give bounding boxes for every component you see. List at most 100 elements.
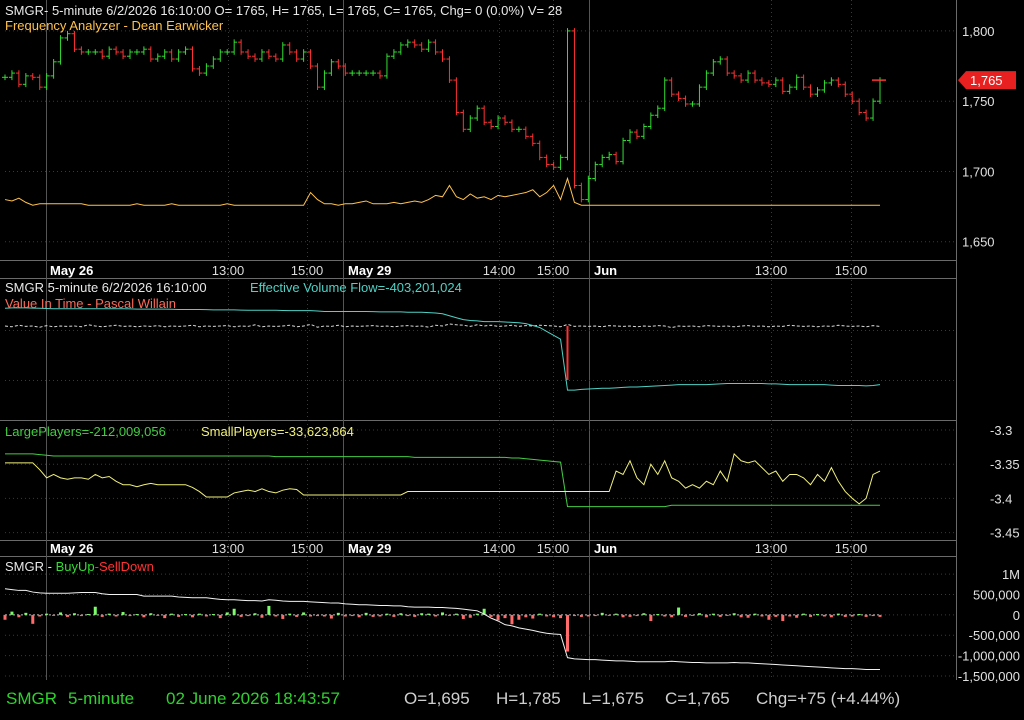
last-price-tag-label: 1,765 xyxy=(970,73,1003,88)
selldown-label: SellDown xyxy=(98,559,154,574)
buy-sell-bar xyxy=(434,614,438,617)
panel2-flow-label: Effective Volume Flow=-403,201,024 xyxy=(250,280,462,295)
status-symbol: SMGR xyxy=(6,689,57,708)
players-tick-label: -3.3 xyxy=(990,423,1012,438)
status-bar: SMGR 5-minute 02 June 2026 18:43:57 O=1,… xyxy=(0,682,1024,720)
buy-sell-bar xyxy=(184,614,188,616)
buy-sell-bar xyxy=(579,614,583,617)
buy-sell-bar xyxy=(225,612,229,615)
buy-sell-bar xyxy=(857,614,861,616)
buy-sell-bar xyxy=(392,614,396,617)
buy-sell-bar xyxy=(114,614,118,617)
buy-sell-bar xyxy=(566,614,569,652)
buy-sell-bar xyxy=(427,613,431,615)
status-datetime: 02 June 2026 18:43:57 xyxy=(166,689,340,708)
cumulative-line xyxy=(4,588,880,670)
buy-sell-bar xyxy=(371,614,375,617)
buy-sell-bar xyxy=(864,614,868,617)
buy-sell-bar xyxy=(385,613,389,615)
buy-sell-bar xyxy=(725,614,729,616)
buy-sell-bar xyxy=(218,614,222,619)
buy-sell-bar xyxy=(100,614,104,617)
buy-sell-bar xyxy=(663,614,667,617)
buy-sell-bar xyxy=(378,614,382,617)
buy-sell-bar xyxy=(461,614,465,619)
panel4-title: SMGR - xyxy=(5,559,52,574)
buy-sell-bar xyxy=(711,613,715,615)
buy-sell-bar xyxy=(66,614,69,617)
x-tick-label: 15:00 xyxy=(537,541,570,556)
buy-sell-bar xyxy=(642,613,646,615)
status-change: Chg=+75 (+4.44%) xyxy=(756,689,901,708)
buy-sell-bar xyxy=(142,614,146,618)
buy-sell-bar xyxy=(246,614,250,617)
buy-sell-bar xyxy=(274,614,278,617)
panel4-header: SMGR - BuyUp-SellDown xyxy=(5,559,154,575)
buy-sell-bar xyxy=(538,613,542,615)
buy-sell-bar xyxy=(86,614,90,616)
buy-sell-bar xyxy=(52,614,56,616)
buy-sell-bar xyxy=(795,614,799,618)
buy-sell-bar xyxy=(628,614,632,617)
buy-sell-bar xyxy=(329,614,333,619)
x-tick-label: 13:00 xyxy=(755,541,788,556)
buy-sell-bar xyxy=(572,614,576,617)
status-interval: 5-minute xyxy=(68,689,135,708)
x-tick-label: May 26 xyxy=(50,541,93,556)
buy-sell-bar xyxy=(503,614,507,619)
buy-sell-bar xyxy=(531,614,535,619)
buy-sell-bar xyxy=(191,614,194,618)
buy-sell-bar xyxy=(517,614,521,620)
buy-sell-bar xyxy=(809,614,813,617)
buy-sell-bar xyxy=(204,614,208,617)
price-tick-label: 1,800 xyxy=(962,24,995,39)
buy-sell-bar xyxy=(697,613,701,615)
panel2-title: SMGR 5-minute 6/2/2026 16:10:00 xyxy=(5,280,207,295)
buy-sell-bar xyxy=(774,614,778,617)
buy-sell-bar xyxy=(552,614,556,618)
buy-sell-bar xyxy=(739,614,743,618)
buy-sell-bar xyxy=(621,614,625,618)
buy-tick-label: 500,000 xyxy=(973,588,1020,603)
buy-sell-bar xyxy=(128,614,132,617)
buy-sell-bar xyxy=(149,613,153,615)
x-tick-label: Jun xyxy=(594,541,617,556)
buy-sell-bar xyxy=(107,613,111,615)
buyup-label: BuyUp xyxy=(55,559,95,574)
small-players-label: SmallPlayers=-33,623,864 xyxy=(201,424,354,439)
buy-sell-bar xyxy=(59,612,63,615)
x-tick-label: 13:00 xyxy=(755,263,788,278)
buy-sell-bar xyxy=(545,614,549,617)
x-tick-label: May 26 xyxy=(50,263,93,278)
buy-sell-bar xyxy=(211,614,215,616)
buy-sell-bar xyxy=(72,613,76,615)
buy-sell-bar xyxy=(871,614,875,617)
buy-sell-bar xyxy=(635,614,639,617)
price-tick-label: 1,750 xyxy=(962,94,995,109)
buy-sell-bar xyxy=(3,614,7,620)
buy-sell-bar xyxy=(156,614,160,616)
buy-sell-bar xyxy=(295,614,299,617)
small-players-line xyxy=(5,452,881,505)
buy-sell-bar xyxy=(788,614,792,617)
x-tick-label: 14:00 xyxy=(483,263,516,278)
chart-canvas[interactable]: May 26 13:00 15:00 May 29 14:00 15:00 Jun 13:00… xyxy=(0,0,1024,720)
buy-sell-bar xyxy=(767,614,771,620)
buy-sell-bar xyxy=(732,613,736,615)
buy-sell-bar xyxy=(850,614,854,617)
buy-sell-bar xyxy=(253,613,257,615)
buy-sell-bar xyxy=(559,614,563,619)
buy-sell-bar xyxy=(350,614,354,617)
buy-sell-bar xyxy=(760,614,764,617)
buy-sell-bar xyxy=(316,614,319,617)
buy-sell-bar xyxy=(17,614,21,618)
buy-sell-bar xyxy=(718,614,722,617)
buy-tick-label: -500,000 xyxy=(969,628,1020,643)
buy-sell-bar xyxy=(420,613,424,615)
buy-tick-label: 1M xyxy=(1002,567,1020,582)
x-tick-label: May 29 xyxy=(348,541,391,556)
buy-sell-bar xyxy=(447,614,451,616)
x-tick-label: May 29 xyxy=(348,263,391,278)
players-tick-label: -3.4 xyxy=(990,491,1012,506)
buy-sell-bar xyxy=(281,614,285,619)
